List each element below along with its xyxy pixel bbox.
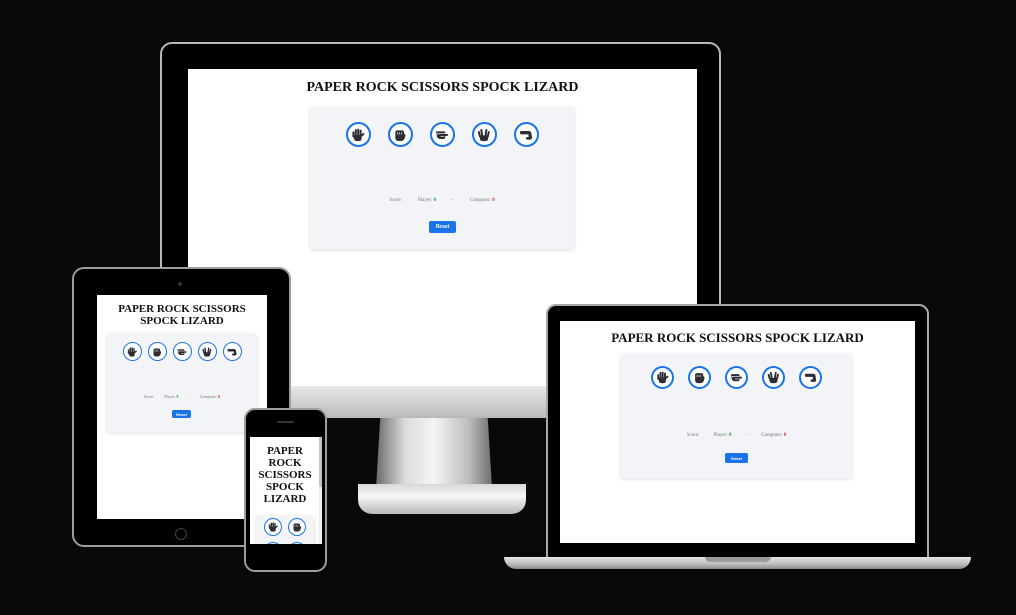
reset-button[interactable]: Reset [172,410,191,418]
choice-paper[interactable] [651,366,674,389]
desktop-stand-base [358,484,526,514]
hand-spock-icon [201,346,213,358]
score-separator: - [188,394,190,399]
hand-lizard-icon [803,370,818,385]
tablet-screen: PAPER ROCK SCISSORS SPOCK LIZARD Score: … [97,295,267,519]
choice-paper[interactable] [264,518,282,536]
choice-spock[interactable] [762,366,785,389]
hand-rock-icon [291,521,303,533]
hand-rock-icon [392,127,408,143]
choice-rock[interactable] [288,518,306,536]
tablet-home-button [175,528,187,540]
choice-spock[interactable] [471,122,497,147]
player-score: Player: 0 [418,198,436,203]
hand-paper-icon [655,370,670,385]
desktop-stand-neck [376,412,492,488]
choice-spock[interactable] [197,342,217,361]
hand-rock-icon [692,370,707,385]
reset-button[interactable]: Reset [429,221,456,233]
choice-lizard[interactable] [222,342,242,361]
choice-spock[interactable] [288,542,306,544]
choice-rock[interactable] [147,342,167,361]
hand-lizard-icon [518,127,534,143]
hand-scissors-icon [434,127,450,143]
choice-lizard[interactable] [513,122,539,147]
game-panel: Score: Player: 0 - Computer: 0 Reset [621,354,852,478]
laptop-notch [705,557,771,562]
phone-scrollbar[interactable] [319,437,322,544]
laptop-screen: PAPER ROCK SCISSORS SPOCK LIZARD Score: … [560,321,915,543]
choice-paper[interactable] [122,342,142,361]
choice-scissors[interactable] [725,366,748,389]
hand-lizard-icon [226,346,238,358]
phone-speaker [277,421,294,423]
choices-row [621,366,852,389]
computer-score: Computer: 0 [761,433,787,438]
hand-spock-icon [476,127,492,143]
choices-row [107,342,257,361]
page-title: PAPER ROCK SCISSORS SPOCK LIZARD [306,80,579,95]
hand-spock-icon [766,370,781,385]
score-label: Score: [143,394,155,399]
choice-scissors[interactable] [429,122,455,147]
score-row: Score: Player: 0 - Computer: 0 [107,394,257,399]
choices-row [310,122,574,147]
choice-lizard[interactable] [799,366,822,389]
page-title: PAPER ROCK SCISSORS SPOCK LIZARD [258,445,312,505]
phone-screen: PAPER ROCK SCISSORS SPOCK LIZARD [250,437,322,544]
tablet-camera [178,282,182,286]
game-panel: Score: Player: 0 - Computer: 0 Reset [107,334,257,432]
score-label: Score: [389,198,403,203]
choice-scissors[interactable] [172,342,192,361]
score-separator: - [745,433,748,438]
score-label: Score: [686,433,700,438]
page-title: PAPER ROCK SCISSORS SPOCK LIZARD [118,303,246,327]
choice-rock[interactable] [688,366,711,389]
score-row: Score: Player: 0 - Computer: 0 [310,198,574,203]
page-title: PAPER ROCK SCISSORS SPOCK LIZARD [611,330,864,345]
reset-button[interactable]: Reset [725,453,748,463]
hand-paper-icon [126,346,138,358]
hand-paper-icon [350,127,366,143]
choice-scissors[interactable] [264,542,282,544]
score-separator: - [451,198,454,203]
player-score: Player: 0 [164,394,179,399]
hand-scissors-icon [176,346,188,358]
hand-paper-icon [267,521,279,533]
computer-score: Computer: 0 [199,394,220,399]
hand-rock-icon [151,346,163,358]
hand-scissors-icon [729,370,744,385]
score-row: Score: Player: 0 - Computer: 0 [621,433,852,438]
player-score: Player: 0 [713,433,732,438]
choice-paper[interactable] [345,122,371,147]
computer-score: Computer: 0 [469,198,495,203]
game-panel [256,516,314,544]
game-panel: Score: Player: 0 - Computer: 0 Reset [310,107,574,249]
choice-rock[interactable] [387,122,413,147]
choices-row [256,518,314,544]
